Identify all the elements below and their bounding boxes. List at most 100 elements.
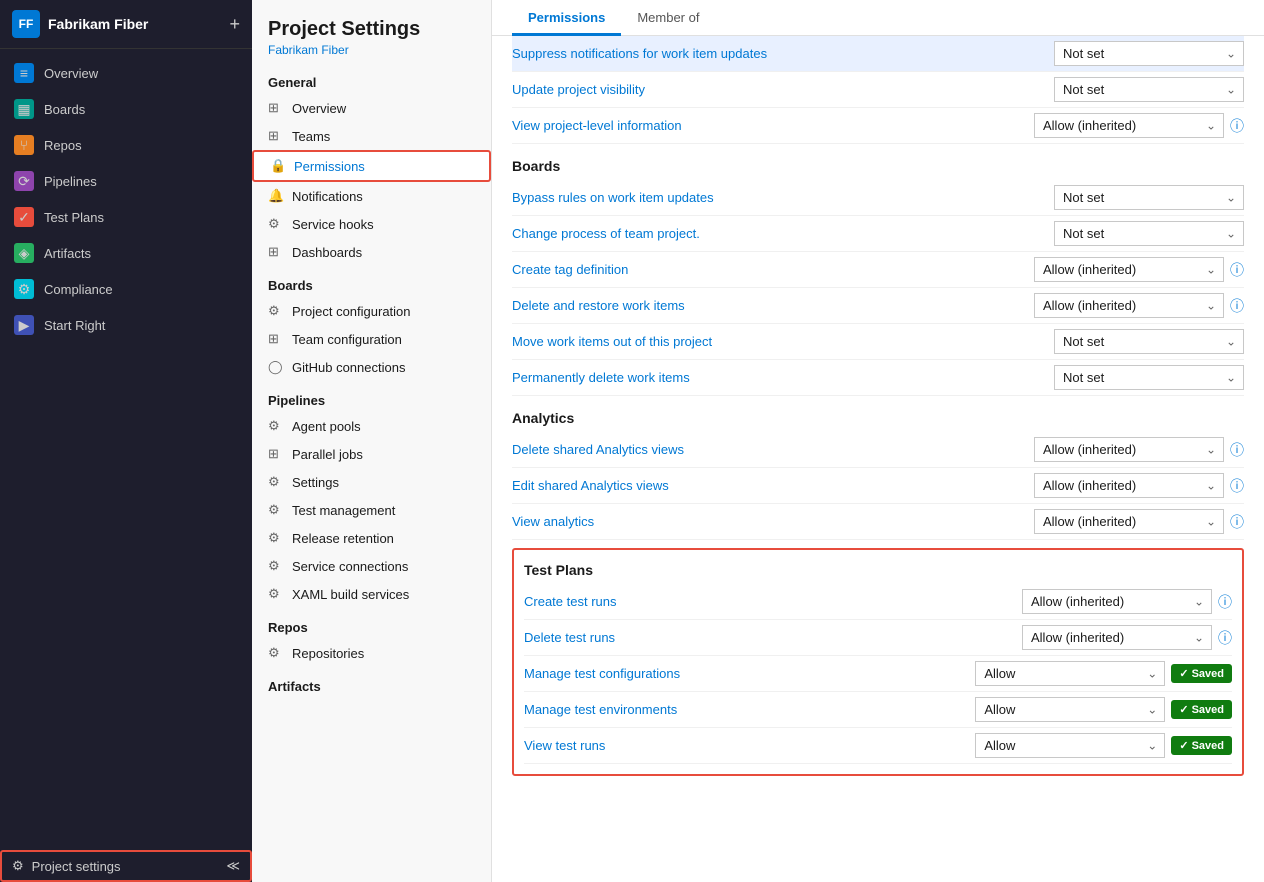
tab-permissions[interactable]: Permissions [512, 0, 621, 36]
saved-badge: ✓ Saved [1171, 664, 1232, 683]
partial-row-label: Suppress notifications for work item upd… [512, 46, 1054, 61]
menu-icon: ⚙ [268, 303, 284, 319]
perm-label: Delete shared Analytics views [512, 442, 1034, 457]
info-icon[interactable]: ⓘ [1230, 512, 1244, 532]
nav-item-test-plans[interactable]: ✓ Test Plans [0, 199, 252, 235]
nav-item-pipelines[interactable]: ⟳ Pipelines [0, 163, 252, 199]
nav-item-repos[interactable]: ⑂ Repos [0, 127, 252, 163]
perm-select-wrap: Not setAllowDenyAllow (inherited)Deny (i… [1034, 437, 1244, 462]
perm-label: Delete and restore work items [512, 298, 1034, 313]
info-icon[interactable]: ⓘ [1230, 296, 1244, 316]
perm-select-wrap: Not setAllowDenyAllow (inherited)Deny (i… [975, 697, 1232, 722]
menu-label: Service hooks [292, 217, 374, 232]
test-plans-section-title: Test Plans [524, 556, 1232, 584]
menu-item-xaml-build-services[interactable]: ⚙ XAML build services [252, 580, 491, 608]
menu-item-parallel-jobs[interactable]: ⊞ Parallel jobs [252, 440, 491, 468]
menu-label: GitHub connections [292, 360, 405, 375]
nav-item-boards[interactable]: ▦ Boards [0, 91, 252, 127]
saved-badge: ✓ Saved [1171, 736, 1232, 755]
menu-icon: ⚙ [268, 645, 284, 661]
info-icon[interactable]: ⓘ [1230, 476, 1244, 496]
nav-item-compliance[interactable]: ⚙ Compliance [0, 271, 252, 307]
perm-select[interactable]: Not setAllowDenyAllow (inherited)Deny (i… [1034, 113, 1224, 138]
table-row: Delete and restore work itemsNot setAllo… [512, 288, 1244, 324]
select-wrapper: Not setAllowDenyAllow (inherited)Deny (i… [1034, 437, 1224, 462]
menu-item-project-configuration[interactable]: ⚙ Project configuration [252, 297, 491, 325]
menu-item-test-management[interactable]: ⚙ Test management [252, 496, 491, 524]
menu-item-service-connections[interactable]: ⚙ Service connections [252, 552, 491, 580]
select-wrapper: Not setAllowDenyAllow (inherited)Deny (i… [1054, 77, 1244, 102]
menu-item-settings[interactable]: ⚙ Settings [252, 468, 491, 496]
menu-icon: ⚙ [268, 530, 284, 546]
perm-select[interactable]: Not setAllowDenyAllow (inherited)Deny (i… [1034, 257, 1224, 282]
table-row: Move work items out of this projectNot s… [512, 324, 1244, 360]
nav-item-overview[interactable]: ≡ Overview [0, 55, 252, 91]
perm-select[interactable]: Not setAllowDenyAllow (inherited)Deny (i… [1034, 509, 1224, 534]
perm-select[interactable]: Not setAllowDenyAllow (inherited)Deny (i… [975, 661, 1165, 686]
perm-select[interactable]: Not setAllowDenyAllow (inherited)Deny (i… [1054, 185, 1244, 210]
start-right-label: Start Right [44, 318, 105, 333]
perm-select[interactable]: Not setAllowDenyAllow (inherited)Deny (i… [975, 733, 1165, 758]
saved-badge: ✓ Saved [1171, 700, 1232, 719]
table-row: Edit shared Analytics viewsNot setAllowD… [512, 468, 1244, 504]
menu-item-agent-pools[interactable]: ⚙ Agent pools [252, 412, 491, 440]
perm-select-wrap: Not setAllowDenyAllow (inherited)Deny (i… [1054, 329, 1244, 354]
select-wrapper: Not setAllowDenyAllow (inherited)Deny (i… [1034, 293, 1224, 318]
nav-item-artifacts[interactable]: ◈ Artifacts [0, 235, 252, 271]
perm-select[interactable]: Not setAllowDenyAllow (inherited)Deny (i… [1054, 365, 1244, 390]
perm-select-wrap: Not setAllowDenyAllow (inherited)Deny (i… [1022, 589, 1232, 614]
nav-item-start-right[interactable]: ▶ Start Right [0, 307, 252, 343]
tab-member-of[interactable]: Member of [621, 0, 715, 36]
menu-item-teams[interactable]: ⊞ Teams [252, 122, 491, 150]
partial-top-row: Suppress notifications for work item upd… [512, 36, 1244, 72]
menu-item-dashboards[interactable]: ⊞ Dashboards [252, 238, 491, 266]
menu-item-team-configuration[interactable]: ⊞ Team configuration [252, 325, 491, 353]
menu-item-repositories[interactable]: ⚙ Repositories [252, 639, 491, 667]
start-right-icon: ▶ [14, 315, 34, 335]
menu-item-github-connections[interactable]: ◯ GitHub connections [252, 353, 491, 381]
menu-icon: ⚙ [268, 502, 284, 518]
partial-row-select[interactable]: Not setAllowDeny [1054, 41, 1244, 66]
analytics-section-title: Analytics [512, 396, 1244, 432]
info-icon[interactable]: ⓘ [1230, 440, 1244, 460]
info-icon[interactable]: ⓘ [1230, 116, 1244, 136]
perm-select[interactable]: Not setAllowDenyAllow (inherited)Deny (i… [1054, 221, 1244, 246]
artifacts-label: Artifacts [44, 246, 91, 261]
menu-item-release-retention[interactable]: ⚙ Release retention [252, 524, 491, 552]
boards-icon: ▦ [14, 99, 34, 119]
perm-select[interactable]: Not setAllowDenyAllow (inherited)Deny (i… [975, 697, 1165, 722]
menu-label: Agent pools [292, 419, 361, 434]
info-icon[interactable]: ⓘ [1218, 628, 1232, 648]
project-settings-nav[interactable]: ⚙ Project settings ≪ [0, 850, 252, 882]
perm-select[interactable]: Not setAllowDenyAllow (inherited)Deny (i… [1054, 77, 1244, 102]
menu-item-notifications[interactable]: 🔔 Notifications [252, 182, 491, 210]
menu-item-service-hooks[interactable]: ⚙ Service hooks [252, 210, 491, 238]
table-row: Update project visibilityNot setAllowDen… [512, 72, 1244, 108]
table-row: Delete test runsNot setAllowDenyAllow (i… [524, 620, 1232, 656]
add-project-icon[interactable]: + [229, 14, 240, 35]
menu-label: Parallel jobs [292, 447, 363, 462]
info-icon[interactable]: ⓘ [1230, 260, 1244, 280]
perm-select[interactable]: Not setAllowDenyAllow (inherited)Deny (i… [1022, 589, 1212, 614]
perm-select[interactable]: Not setAllowDenyAllow (inherited)Deny (i… [1034, 473, 1224, 498]
test-plans-section: Test Plans Create test runsNot setAllowD… [512, 548, 1244, 776]
perm-select[interactable]: Not setAllowDenyAllow (inherited)Deny (i… [1022, 625, 1212, 650]
select-wrapper: Not setAllowDenyAllow (inherited)Deny (i… [975, 661, 1165, 686]
perm-label: Create test runs [524, 594, 1022, 609]
table-row: Create test runsNot setAllowDenyAllow (i… [524, 584, 1232, 620]
info-icon[interactable]: ⓘ [1218, 592, 1232, 612]
perm-select-wrap: Not setAllowDenyAllow (inherited)Deny (i… [1034, 113, 1244, 138]
perm-label: Update project visibility [512, 82, 1054, 97]
perm-select[interactable]: Not setAllowDenyAllow (inherited)Deny (i… [1034, 293, 1224, 318]
perm-select-wrap: Not setAllowDenyAllow (inherited)Deny (i… [1034, 257, 1244, 282]
permissions-area: Suppress notifications for work item upd… [492, 36, 1264, 882]
settings-icon: ⚙ [12, 858, 24, 874]
pipelines-icon: ⟳ [14, 171, 34, 191]
repos-icon: ⑂ [14, 135, 34, 155]
collapse-icon[interactable]: ≪ [226, 858, 240, 874]
perm-select[interactable]: Not setAllowDenyAllow (inherited)Deny (i… [1034, 437, 1224, 462]
perm-select[interactable]: Not setAllowDenyAllow (inherited)Deny (i… [1054, 329, 1244, 354]
menu-item-permissions[interactable]: 🔒 Permissions [252, 150, 491, 182]
menu-item-overview[interactable]: ⊞ Overview [252, 94, 491, 122]
middle-header: Project Settings Fabrikam Fiber [252, 0, 491, 63]
